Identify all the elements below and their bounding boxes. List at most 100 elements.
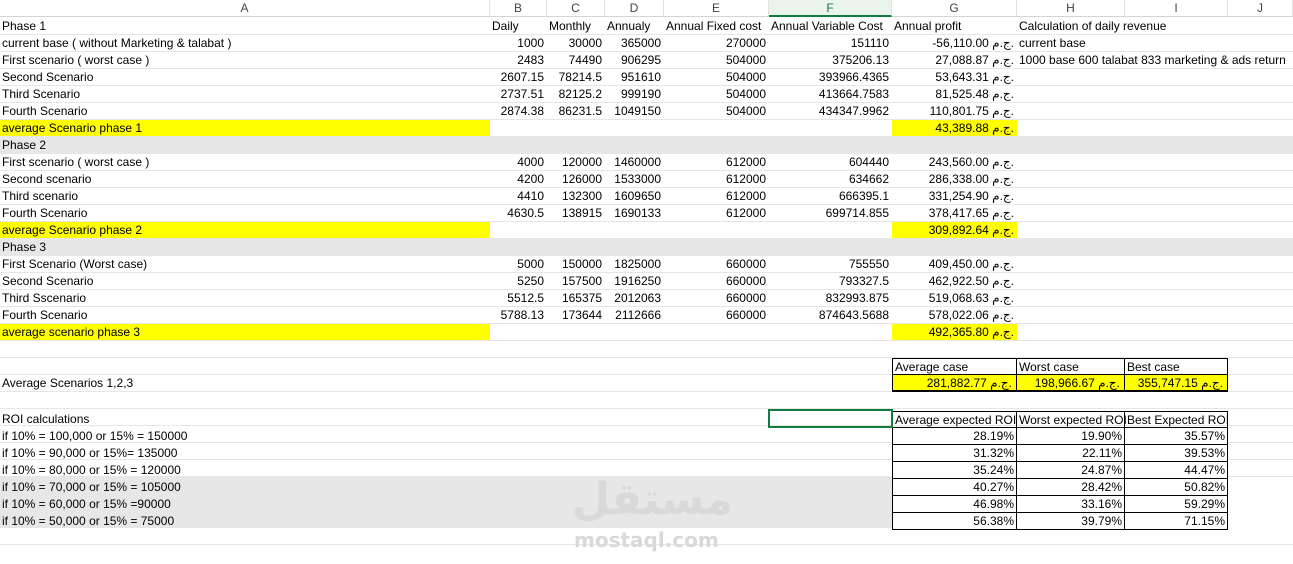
roi-value[interactable]: 35.24% [892, 462, 1017, 479]
cell-a[interactable]: average Scenario phase 1 [2, 120, 142, 136]
cell-g[interactable]: 27,088.87 ج.م. [892, 52, 1014, 68]
roi-value[interactable]: 31.32% [892, 445, 1017, 462]
cell-g[interactable]: 409,450.00 ج.م. [892, 256, 1014, 272]
cell-b[interactable]: 1000 [490, 35, 544, 51]
cell-g[interactable]: 462,922.50 ج.م. [892, 273, 1014, 289]
cell-e[interactable]: 660000 [664, 290, 766, 306]
cell-a[interactable]: Third Scenario [2, 86, 80, 102]
cell-c[interactable]: 86231.5 [547, 103, 602, 119]
cell-d[interactable]: 1825000 [605, 256, 661, 272]
column-header-d[interactable]: D [605, 0, 664, 17]
cell-a[interactable]: Third scenario [2, 188, 78, 204]
cell-e[interactable]: 612000 [664, 205, 766, 221]
cell-c[interactable]: 132300 [547, 188, 602, 204]
cell-a[interactable]: Fourth Scenario [2, 205, 87, 221]
cell-f[interactable]: 666395.1 [769, 188, 889, 204]
cell-c[interactable]: 157500 [547, 273, 602, 289]
cell-b[interactable]: Daily [492, 18, 519, 34]
cell-f[interactable]: Annual Variable Cost [771, 18, 883, 34]
column-header-b[interactable]: B [490, 0, 547, 17]
roi-value[interactable]: 71.15% [1125, 513, 1228, 530]
cell-d[interactable]: Annualy [607, 18, 650, 34]
cell-a[interactable]: average Scenario phase 2 [2, 222, 142, 238]
cell-f[interactable]: 393966.4365 [769, 69, 889, 85]
roi-value[interactable]: 39.53% [1125, 445, 1228, 462]
roi-value[interactable]: 40.27% [892, 479, 1017, 496]
cell-c[interactable]: 173644 [547, 307, 602, 323]
cell-b[interactable]: 4630.5 [490, 205, 544, 221]
cell-h[interactable]: Calculation of daily revenue [1019, 18, 1166, 34]
cell-c[interactable]: 150000 [547, 256, 602, 272]
cell-c[interactable]: 120000 [547, 154, 602, 170]
cell-d[interactable]: 1916250 [605, 273, 661, 289]
cell-d[interactable]: 2112666 [605, 307, 661, 323]
cell-g[interactable]: Annual profit [894, 18, 961, 34]
cell-a[interactable]: First scenario ( worst case ) [2, 52, 149, 68]
cell-g[interactable]: -56,110.00 ج.م. [892, 35, 1014, 51]
cell-a[interactable]: Fourth Scenario [2, 103, 87, 119]
cell-e[interactable]: 504000 [664, 103, 766, 119]
cell-a[interactable]: average scenario phase 3 [2, 324, 140, 340]
cell-f[interactable]: 151110 [769, 35, 889, 51]
average-value-0[interactable]: 281,882.77 ج.م. [892, 375, 1017, 392]
cell-g[interactable]: 578,022.06 ج.م. [892, 307, 1014, 323]
cell-c[interactable]: Monthly [549, 18, 591, 34]
cell-b[interactable]: 4200 [490, 171, 544, 187]
roi-value[interactable]: 59.29% [1125, 496, 1228, 513]
selected-cell[interactable] [768, 409, 893, 428]
cell-g[interactable]: 43,389.88 ج.م. [892, 120, 1014, 136]
cell-d[interactable]: 951610 [605, 69, 661, 85]
cell-a[interactable]: Phase 2 [2, 137, 46, 153]
cell-b[interactable]: 5000 [490, 256, 544, 272]
average-value-1[interactable]: 198,966.67 ج.م. [1017, 375, 1125, 392]
roi-value[interactable]: 28.42% [1017, 479, 1125, 496]
roi-value[interactable]: 33.16% [1017, 496, 1125, 513]
cell-f[interactable]: 793327.5 [769, 273, 889, 289]
cell-c[interactable]: 82125.2 [547, 86, 602, 102]
cell-g[interactable]: 110,801.75 ج.م. [892, 103, 1014, 119]
cell-e[interactable]: 660000 [664, 256, 766, 272]
cell-b[interactable]: 5250 [490, 273, 544, 289]
cell-a[interactable]: Second scenario [2, 171, 91, 187]
cell-d[interactable]: 1533000 [605, 171, 661, 187]
cell-d[interactable]: 1460000 [605, 154, 661, 170]
cell-f[interactable]: 699714.855 [769, 205, 889, 221]
cell-g[interactable]: 309,892.64 ج.م. [892, 222, 1014, 238]
cell-a[interactable]: current base ( without Marketing & talab… [2, 35, 231, 51]
column-header-f[interactable]: F [769, 0, 892, 17]
cell-e[interactable]: 612000 [664, 188, 766, 204]
cell-a[interactable]: First Scenario (Worst case) [2, 256, 147, 272]
cell-d[interactable]: 2012063 [605, 290, 661, 306]
roi-value[interactable]: 46.98% [892, 496, 1017, 513]
cell-g[interactable]: 519,068.63 ج.م. [892, 290, 1014, 306]
cell-e[interactable]: Annual Fixed cost [666, 18, 761, 34]
cell-g[interactable]: 243,560.00 ج.م. [892, 154, 1014, 170]
roi-value[interactable]: 24.87% [1017, 462, 1125, 479]
cell-h[interactable]: 1000 base 600 talabat 833 marketing & ad… [1019, 52, 1286, 68]
cell-c[interactable]: 74490 [547, 52, 602, 68]
roi-value[interactable]: 35.57% [1125, 428, 1228, 445]
cell-f[interactable]: 413664.7583 [769, 86, 889, 102]
cell-e[interactable]: 612000 [664, 171, 766, 187]
cell-c[interactable]: 30000 [547, 35, 602, 51]
column-header-c[interactable]: C [547, 0, 605, 17]
cell-e[interactable]: 504000 [664, 52, 766, 68]
cell-f[interactable]: 604440 [769, 154, 889, 170]
cell-e[interactable]: 270000 [664, 35, 766, 51]
cell-g[interactable]: 286,338.00 ج.م. [892, 171, 1014, 187]
column-header-g[interactable]: G [892, 0, 1017, 17]
roi-value[interactable]: 39.79% [1017, 513, 1125, 530]
cell-b[interactable]: 4000 [490, 154, 544, 170]
cell-a[interactable]: Third Sscenario [2, 290, 86, 306]
cell-a[interactable]: Fourth Scenario [2, 307, 87, 323]
cell-b[interactable]: 2483 [490, 52, 544, 68]
cell-g[interactable]: 378,417.65 ج.م. [892, 205, 1014, 221]
cell-b[interactable]: 2737.51 [490, 86, 544, 102]
cell-b[interactable]: 5788.13 [490, 307, 544, 323]
cell-c[interactable]: 138915 [547, 205, 602, 221]
column-header-e[interactable]: E [664, 0, 769, 17]
cell-c[interactable]: 78214.5 [547, 69, 602, 85]
cell-d[interactable]: 1609650 [605, 188, 661, 204]
cell-f[interactable]: 832993.875 [769, 290, 889, 306]
cell-b[interactable]: 5512.5 [490, 290, 544, 306]
